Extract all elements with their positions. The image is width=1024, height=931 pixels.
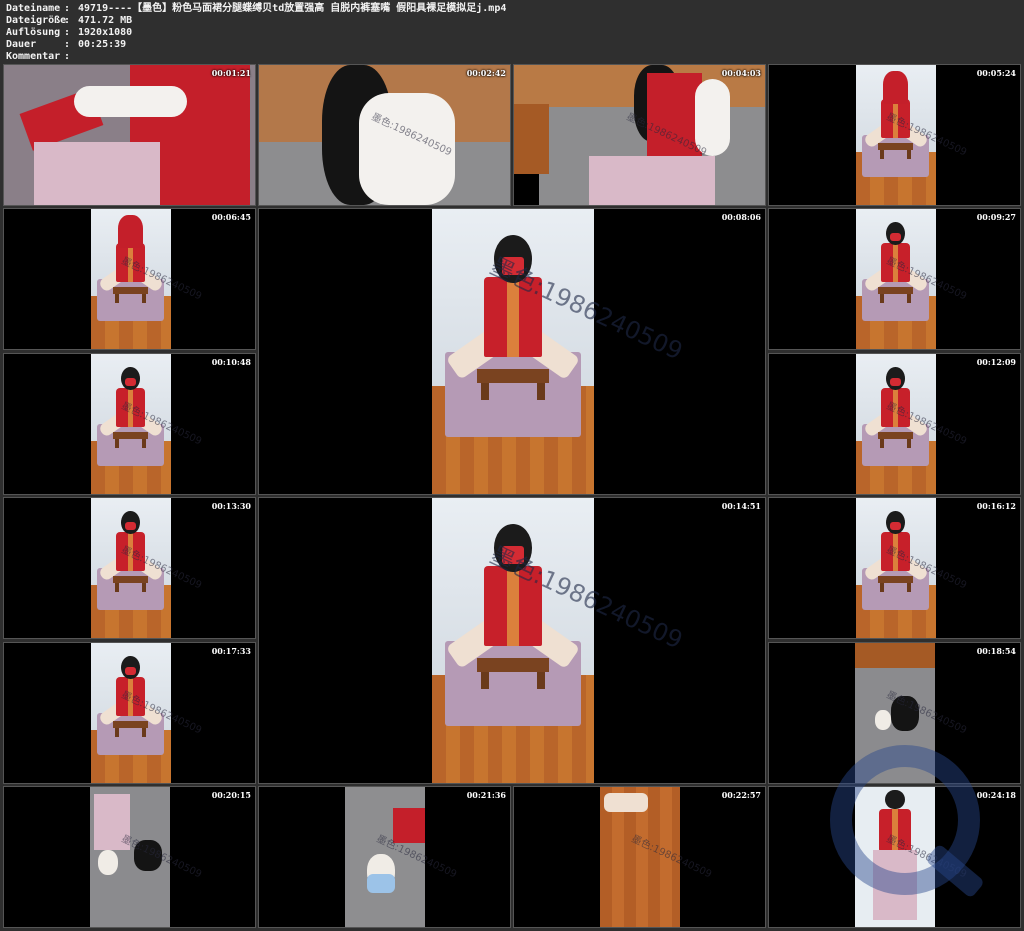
chair [477, 368, 549, 401]
chair [877, 287, 914, 303]
video-thumbnail[interactable]: 00:01:21 [3, 64, 256, 206]
mouth-gag [124, 521, 137, 531]
info-separator: : [64, 39, 71, 50]
cat [875, 710, 891, 730]
info-row-duration: Dauer:00:25:39 [6, 39, 506, 51]
info-separator: : [64, 51, 71, 62]
chair [112, 721, 149, 737]
chair [112, 576, 149, 592]
info-separator: : [64, 15, 71, 26]
video-thumbnail[interactable]: 墨色:1986240509 00:04:03 [513, 64, 766, 206]
wall [855, 643, 935, 669]
timestamp-label: 00:18:54 [976, 646, 1016, 656]
info-row-filename: Dateiname:49719----【墨色】粉色马面裙分腿蝶缚贝td放置强高 … [6, 3, 506, 15]
timestamp-label: 00:17:33 [211, 646, 251, 656]
timestamp-label: 00:10:48 [211, 357, 251, 367]
timestamp-label: 00:22:57 [721, 790, 761, 800]
timestamp-label: 00:21:36 [466, 790, 506, 800]
mouth-gag [889, 377, 902, 387]
mouth-gag [124, 377, 137, 387]
video-thumbnail[interactable]: 墨色:1986240509 00:10:48 [3, 353, 256, 495]
video-thumbnail[interactable]: 墨色:1986240509 00:20:15 [3, 786, 256, 928]
video-thumbnail[interactable]: 墨色:1986240509 00:12:09 [768, 353, 1021, 495]
file-info-panel: Dateiname:49719----【墨色】粉色马面裙分腿蝶缚贝td放置强高 … [6, 3, 506, 63]
video-thumbnail[interactable]: 墨色:1986240509 00:17:33 [3, 642, 256, 784]
info-row-resolution: Auflösung:1920x1080 [6, 27, 506, 39]
timestamp-label: 00:12:09 [976, 357, 1016, 367]
timestamp-label: 00:14:51 [721, 501, 761, 511]
timestamp-label: 00:04:03 [721, 68, 761, 78]
timestamp-label: 00:06:45 [211, 212, 251, 222]
info-label: Dateigröße [6, 15, 67, 26]
chair [877, 143, 914, 159]
timestamp-label: 00:09:27 [976, 212, 1016, 222]
chair [112, 287, 149, 303]
video-thumbnail[interactable]: 墨色:1986240509 00:16:12 [768, 497, 1021, 639]
video-thumbnail[interactable]: 墨色:1986240509 00:05:24 [768, 64, 1021, 206]
video-thumbnail[interactable]: 墨色:1986240509 00:08:06 [258, 208, 766, 495]
nightstand [514, 104, 550, 175]
video-thumbnail[interactable]: 墨色:1986240509 00:09:27 [768, 208, 1021, 350]
pink-skirt [34, 142, 160, 205]
info-label: Auflösung [6, 27, 61, 38]
chair [877, 576, 914, 592]
cat-shirt [367, 873, 396, 894]
mouth-gag [889, 521, 902, 531]
cat [98, 850, 118, 876]
timestamp-label: 00:05:24 [976, 68, 1016, 78]
info-label: Dateiname [6, 3, 61, 14]
video-thumbnail[interactable]: 墨色:1986240509 00:14:51 [258, 497, 766, 784]
mouth-gag [124, 666, 137, 676]
info-value: 00:25:39 [78, 39, 127, 50]
info-value: 471.72 MB [78, 15, 133, 26]
timestamp-label: 00:20:15 [211, 790, 251, 800]
chair [112, 432, 149, 448]
info-row-comment: Kommentar: [6, 51, 506, 63]
timestamp-label: 00:13:30 [211, 501, 251, 511]
video-thumbnail[interactable]: 墨色:1986240509 00:13:30 [3, 497, 256, 639]
red-hood [882, 70, 909, 105]
info-separator: : [64, 3, 71, 14]
feet [604, 792, 648, 813]
video-thumbnail[interactable]: 墨色:1986240509 00:22:57 [513, 786, 766, 928]
pink-skirt [589, 156, 715, 205]
timestamp-label: 00:01:21 [211, 68, 251, 78]
chair [477, 657, 549, 690]
video-thumbnail[interactable]: 墨色:1986240509 00:21:36 [258, 786, 511, 928]
info-separator: : [64, 27, 71, 38]
chair [877, 432, 914, 448]
red-hood [117, 214, 144, 249]
info-value: 49719----【墨色】粉色马面裙分腿蝶缚贝td放置强高 自脱内裤塞嘴 假阳具… [78, 3, 507, 14]
timestamp-label: 00:08:06 [721, 212, 761, 222]
white-sleeve [74, 86, 188, 117]
mouth-gag [889, 232, 902, 242]
info-label: Dauer [6, 39, 37, 50]
info-row-filesize: Dateigröße:471.72 MB [6, 15, 506, 27]
info-value: 1920x1080 [78, 27, 133, 38]
timestamp-label: 00:16:12 [976, 501, 1016, 511]
timestamp-label: 00:02:42 [466, 68, 506, 78]
timestamp-label: 00:24:18 [976, 790, 1016, 800]
video-thumbnail[interactable]: 墨色:1986240509 00:02:42 [258, 64, 511, 206]
info-label: Kommentar [6, 51, 61, 62]
video-thumbnail[interactable]: 墨色:1986240509 00:06:45 [3, 208, 256, 350]
